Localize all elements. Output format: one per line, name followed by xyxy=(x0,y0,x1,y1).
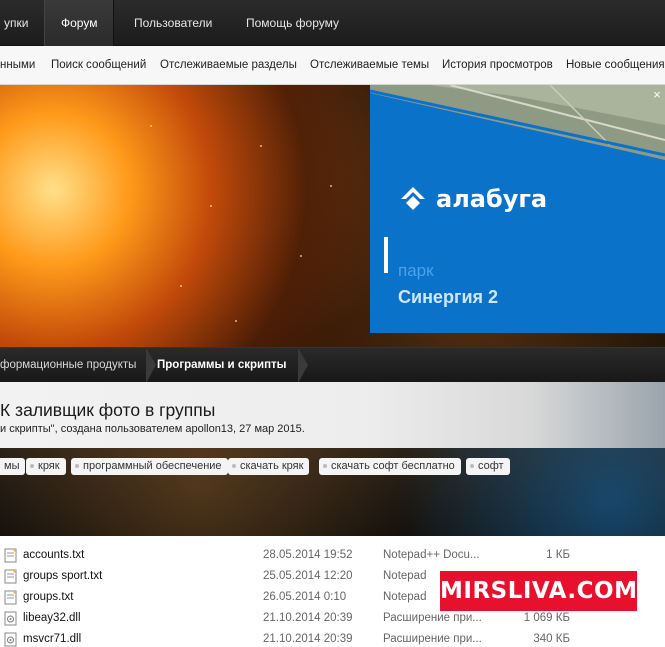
subnav-item-new-posts[interactable]: Новые сообщения xyxy=(566,46,665,85)
dll-file-icon xyxy=(4,632,17,647)
file-date: 21.10.2014 20:39 xyxy=(263,612,353,624)
file-type: Notepad++ Docu... xyxy=(383,549,480,561)
thread-header: К заливщик фото в группы и скрипты", соз… xyxy=(0,382,665,448)
star xyxy=(330,185,332,187)
breadcrumb-separator xyxy=(146,348,156,383)
text-file-icon xyxy=(4,548,17,563)
tag-bar: мы кряк программный обеспечение скачать … xyxy=(0,448,665,536)
ad-logo: алабуга xyxy=(400,185,547,213)
sub-navigation: нными Поиск сообщений Отслеживаемые разд… xyxy=(0,46,665,85)
ad-line-synergy: Синергия 2 xyxy=(398,287,499,307)
star xyxy=(260,145,262,147)
breadcrumb-item-programs[interactable]: Программы и скрипты xyxy=(157,348,286,383)
star xyxy=(150,125,152,127)
tag-item[interactable]: мы xyxy=(0,458,26,475)
file-name: accounts.txt xyxy=(23,549,85,561)
file-type: Расширение при... xyxy=(383,633,482,645)
thread-meta: и скрипты", создана пользователем apollo… xyxy=(0,423,305,435)
file-date: 21.10.2014 20:39 xyxy=(263,633,353,645)
breadcrumb: формационные продукты Программы и скрипт… xyxy=(0,347,665,383)
subnav-item-search[interactable]: Поиск сообщений xyxy=(51,46,146,85)
tab-help[interactable]: Помощь форуму xyxy=(230,0,355,46)
top-navigation: упки Форум Пользователи Помощь форуму xyxy=(0,0,665,46)
file-type: Notepad xyxy=(383,591,427,603)
tag-item[interactable]: кряк xyxy=(26,458,66,475)
text-file-icon xyxy=(4,569,17,584)
advertisement[interactable]: алабуга парк Синергия 2 xyxy=(370,85,665,333)
watermark: MIRSLIVA.COM xyxy=(440,571,637,611)
subnav-item-watched-sections[interactable]: Отслеживаемые разделы xyxy=(160,46,297,85)
close-icon[interactable]: × xyxy=(650,88,664,102)
file-type: Notepad xyxy=(383,570,427,582)
dll-file-icon xyxy=(4,611,17,626)
breadcrumb-separator xyxy=(298,348,308,383)
star xyxy=(180,285,182,287)
file-name: groups.txt xyxy=(23,591,74,603)
page-title: К заливщик фото в группы xyxy=(0,400,216,420)
file-date: 28.05.2014 19:52 xyxy=(263,549,353,561)
file-row[interactable]: accounts.txt 28.05.2014 19:52 Notepad++ … xyxy=(0,545,665,566)
tag-item[interactable]: скачать кряк xyxy=(228,458,310,475)
file-type: Расширение при... xyxy=(383,612,482,624)
star xyxy=(235,320,237,322)
tab-forum[interactable]: Форум xyxy=(44,0,115,46)
star xyxy=(300,255,302,257)
ad-line-park: парк xyxy=(398,261,434,280)
file-size: 1 КБ xyxy=(546,549,570,561)
star xyxy=(210,205,212,207)
file-name: libeay32.dll xyxy=(23,612,81,624)
subnav-item-partial[interactable]: нными xyxy=(0,46,35,85)
subnav-item-watched-threads[interactable]: Отслеживаемые темы xyxy=(310,46,429,85)
ad-accent-bar xyxy=(384,237,388,273)
tag-item[interactable]: софт xyxy=(466,458,510,475)
tab-users[interactable]: Пользователи xyxy=(118,0,228,46)
file-size: 1 069 КБ xyxy=(523,612,570,624)
file-row[interactable]: msvcr71.dll 21.10.2014 20:39 Расширение … xyxy=(0,629,665,647)
tag-item[interactable]: скачать софт бесплатно xyxy=(319,458,461,475)
text-file-icon xyxy=(4,590,17,605)
alabuga-logo-icon xyxy=(401,187,425,210)
file-date: 26.05.2014 0:10 xyxy=(263,591,347,603)
subnav-item-history[interactable]: История просмотров xyxy=(442,46,553,85)
file-date: 25.05.2014 12:20 xyxy=(263,570,353,582)
tab-partial[interactable]: упки xyxy=(0,0,44,46)
file-name: groups sport.txt xyxy=(23,570,103,582)
file-row[interactable]: libeay32.dll 21.10.2014 20:39 Расширение… xyxy=(0,608,665,629)
tag-item[interactable]: программный обеспечение xyxy=(71,458,228,475)
ad-logo-text: алабуга xyxy=(436,185,548,213)
file-name: msvcr71.dll xyxy=(23,633,82,645)
file-size: 340 КБ xyxy=(533,633,570,645)
breadcrumb-item-info-products[interactable]: формационные продукты xyxy=(0,348,136,383)
